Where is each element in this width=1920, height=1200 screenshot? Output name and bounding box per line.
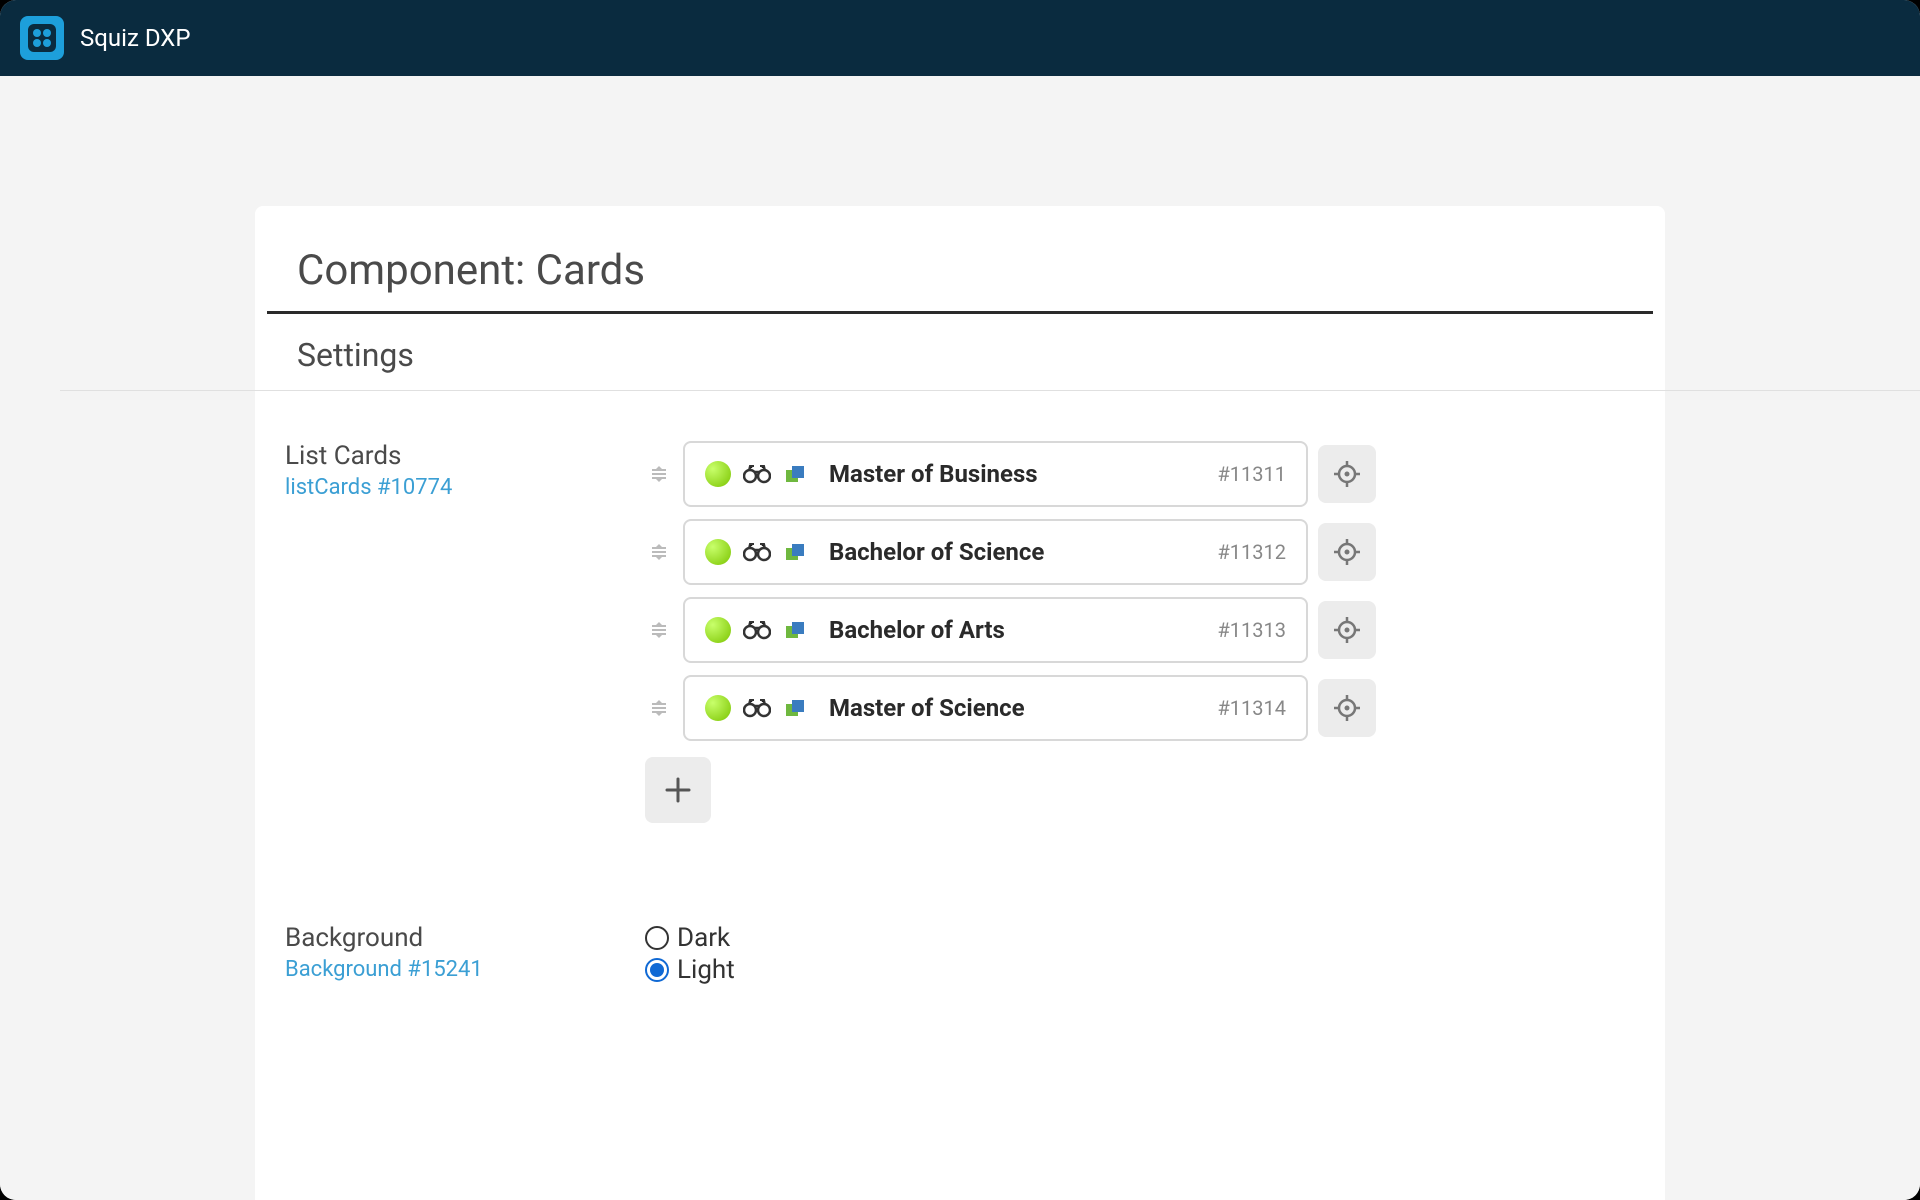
card-row: Master of Business #11311 (645, 441, 1635, 507)
card-list: Master of Business #11311 (645, 441, 1635, 823)
settings-body: List Cards listCards #10774 (255, 391, 1665, 1035)
card-asset-box[interactable]: Bachelor of Science #11312 (683, 519, 1308, 585)
card-row: Bachelor of Arts #11313 (645, 597, 1635, 663)
settings-panel: Component: Cards Settings List Cards lis… (255, 206, 1665, 1200)
field-control-col: Dark Light (645, 923, 1635, 985)
background-sublabel[interactable]: Background #15241 (285, 957, 645, 982)
target-pick-button[interactable] (1318, 601, 1376, 659)
card-name: Master of Business (829, 460, 1205, 488)
card-asset-box[interactable]: Master of Business #11311 (683, 441, 1308, 507)
card-row: Master of Science #11314 (645, 675, 1635, 741)
card-name: Bachelor of Science (829, 538, 1205, 566)
field-background: Background Background #15241 Dark Light (285, 923, 1635, 985)
content-area: Component: Cards Settings List Cards lis… (0, 76, 1920, 1200)
binoculars-icon (743, 619, 771, 641)
target-pick-button[interactable] (1318, 679, 1376, 737)
field-list-cards: List Cards listCards #10774 (285, 441, 1635, 823)
card-row: Bachelor of Science #11312 (645, 519, 1635, 585)
radio-label: Light (677, 955, 735, 985)
asset-type-icon (783, 618, 807, 642)
field-label-col: List Cards listCards #10774 (285, 441, 645, 823)
card-name: Master of Science (829, 694, 1205, 722)
target-pick-button[interactable] (1318, 445, 1376, 503)
drag-handle-icon[interactable] (645, 464, 673, 484)
background-label: Background (285, 923, 645, 953)
asset-type-icon (783, 540, 807, 564)
binoculars-icon (743, 541, 771, 563)
radio-circle-checked-icon (645, 958, 669, 982)
drag-handle-icon[interactable] (645, 698, 673, 718)
radio-option-dark[interactable]: Dark (645, 923, 1635, 953)
background-radio-group: Dark Light (645, 923, 1635, 985)
card-asset-box[interactable]: Master of Science #11314 (683, 675, 1308, 741)
card-name: Bachelor of Arts (829, 616, 1205, 644)
field-label-col: Background Background #15241 (285, 923, 645, 985)
card-id: #11313 (1217, 618, 1286, 642)
asset-type-icon (783, 462, 807, 486)
card-asset-box[interactable]: Bachelor of Arts #11313 (683, 597, 1308, 663)
target-pick-button[interactable] (1318, 523, 1376, 581)
card-id: #11314 (1217, 696, 1286, 720)
add-card-button[interactable] (645, 757, 711, 823)
field-control-col: Master of Business #11311 (645, 441, 1635, 823)
drag-handle-icon[interactable] (645, 542, 673, 562)
list-cards-label: List Cards (285, 441, 645, 471)
card-id: #11312 (1217, 540, 1286, 564)
status-live-icon (705, 539, 731, 565)
list-cards-sublabel[interactable]: listCards #10774 (285, 475, 645, 500)
radio-label: Dark (677, 923, 730, 953)
binoculars-icon (743, 697, 771, 719)
status-live-icon (705, 695, 731, 721)
status-live-icon (705, 461, 731, 487)
status-live-icon (705, 617, 731, 643)
titlebar: Squiz DXP (0, 0, 1920, 76)
section-title: Settings (267, 314, 1653, 391)
drag-handle-icon[interactable] (645, 620, 673, 640)
radio-circle-icon (645, 926, 669, 950)
radio-option-light[interactable]: Light (645, 955, 1635, 985)
card-id: #11311 (1217, 462, 1286, 486)
app-title: Squiz DXP (80, 24, 191, 52)
binoculars-icon (743, 463, 771, 485)
page-title: Component: Cards (267, 246, 1653, 314)
app-window: Squiz DXP Component: Cards Settings List… (0, 0, 1920, 1200)
app-logo-icon (20, 16, 64, 60)
asset-type-icon (783, 696, 807, 720)
